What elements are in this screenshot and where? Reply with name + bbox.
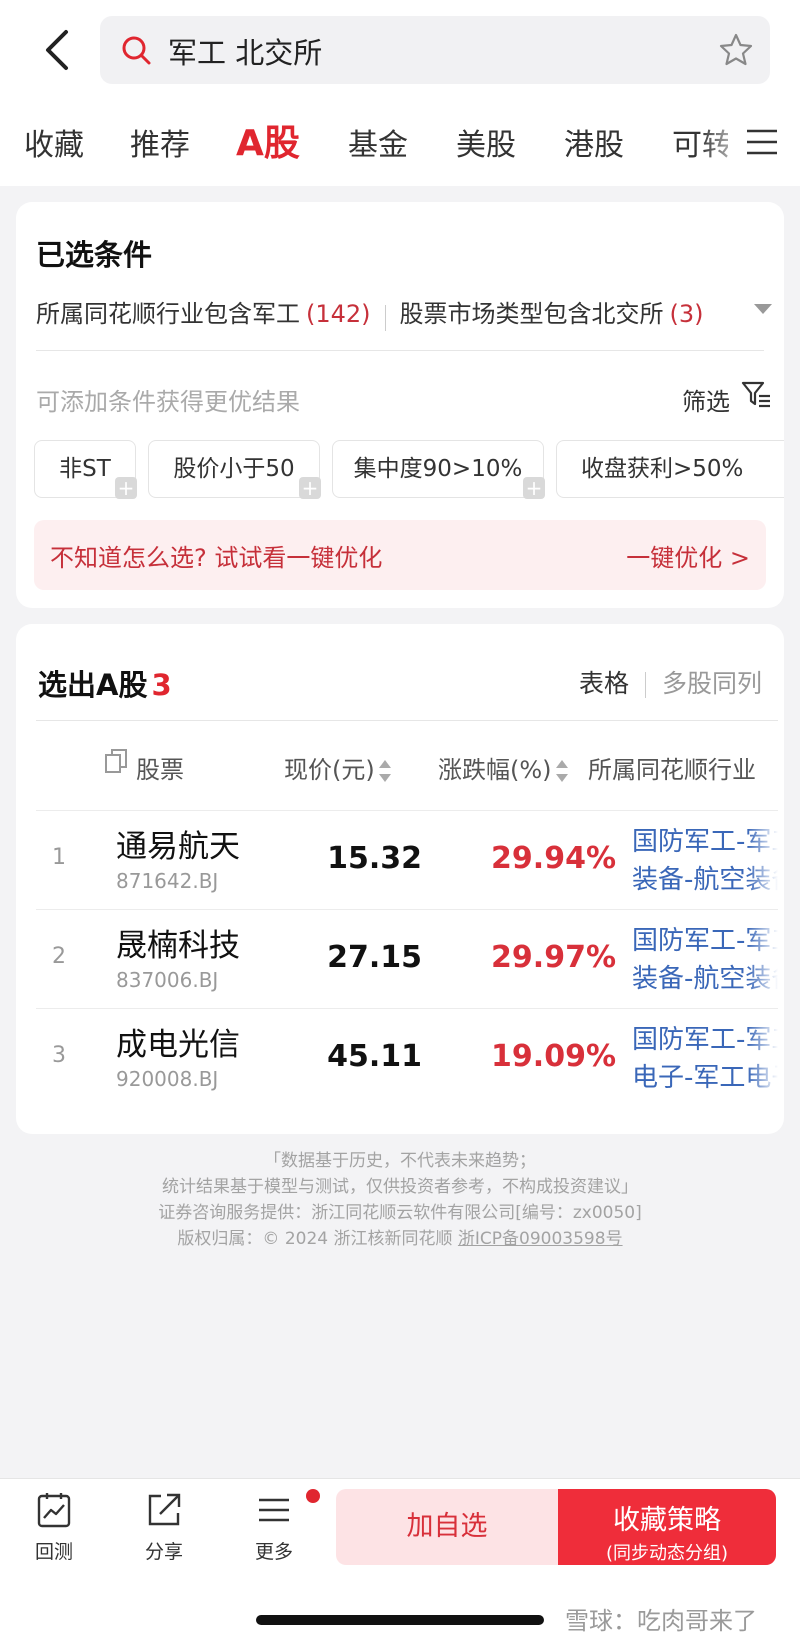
save-strategy-label: 收藏策略 xyxy=(613,1505,721,1536)
chip-non-st[interactable]: 非ST + xyxy=(34,440,137,499)
table-row[interactable]: 2 晟楠科技 837006.BJ 27.15 29.97% 国防军工-军工装备-… xyxy=(36,909,778,1008)
table-header: 股票 现价(元) 涨跌幅(%) 所属同花顺行业 xyxy=(16,720,784,810)
stock-price: 45.11 xyxy=(327,1039,422,1074)
tab-a-shares[interactable]: A股 xyxy=(236,114,300,166)
plus-icon: + xyxy=(523,477,545,499)
home-indicator xyxy=(256,1615,544,1625)
chip-profit-ratio[interactable]: 收盘获利>50% xyxy=(556,440,784,498)
filter-icon xyxy=(741,381,770,408)
chip-price-under-50[interactable]: 股价小于50 + xyxy=(148,440,321,499)
one-click-optimize-bar[interactable]: 不知道怎么选? 试试看一键优化 一键优化 > xyxy=(34,520,766,590)
backtest-button[interactable]: 回测 xyxy=(14,1491,94,1571)
save-strategy-sublabel: (同步动态分组) xyxy=(605,1543,729,1564)
plus-icon: + xyxy=(115,477,137,499)
plus-icon: + xyxy=(299,477,321,499)
conditions-card: 已选条件 所属同花顺行业包含军工 (142) 股票市场类型包含北交所 (3) 可添加条… xyxy=(16,202,784,608)
chip-concentration[interactable]: 集中度90>10% + xyxy=(332,440,545,499)
conditions-list[interactable]: 所属同花顺行业包含军工 (142) 股票市场类型包含北交所 (3) xyxy=(36,294,776,334)
condition-label: 股票市场类型包含北交所 xyxy=(399,300,664,328)
table-row[interactable]: 3 成电光信 920008.BJ 45.11 19.09% 国防军工-军工电子-… xyxy=(36,1008,778,1107)
row-index: 1 xyxy=(52,845,66,870)
backtest-label: 回测 xyxy=(34,1541,73,1563)
column-change[interactable]: 涨跌幅(%) xyxy=(438,750,568,785)
stock-name[interactable]: 成电光信 xyxy=(116,1019,240,1064)
search-query: 军工 北交所 xyxy=(168,36,323,70)
category-tabs: 收藏 推荐 A股 基金 美股 港股 可转债 xyxy=(0,100,800,186)
tab-hk-stocks[interactable]: 港股 xyxy=(564,120,624,164)
backtest-icon xyxy=(37,1493,71,1528)
share-button[interactable]: 分享 xyxy=(124,1491,204,1571)
divider xyxy=(36,350,764,351)
icp-link[interactable]: 浙ICP备09003598号 xyxy=(458,1229,623,1249)
filter-label: 筛选 xyxy=(682,388,730,416)
disclaimer: 「数据基于历史，不代表未来趋势； 统计结果基于模型与测试，仅供投资者参考，不构成… xyxy=(158,1151,642,1249)
tab-favorites[interactable]: 收藏 xyxy=(24,120,84,164)
tab-recommend[interactable]: 推荐 xyxy=(130,120,190,164)
stock-code: 871642.BJ xyxy=(116,869,219,893)
share-label: 分享 xyxy=(144,1541,183,1563)
filter-button[interactable]: 筛选 xyxy=(682,378,772,416)
stock-price: 15.32 xyxy=(327,841,422,876)
menu-icon[interactable] xyxy=(745,125,779,159)
search-icon xyxy=(122,36,151,65)
copy-icon[interactable] xyxy=(104,748,128,774)
results-count: 3 xyxy=(151,668,172,702)
optimize-button[interactable]: 一键优化 > xyxy=(626,538,750,573)
stock-change: 19.09% xyxy=(491,1039,616,1074)
more-button[interactable]: 更多 xyxy=(234,1491,314,1571)
search-input[interactable]: 军工 北交所 xyxy=(100,16,770,84)
watermark: 雪球：吃肉哥来了 xyxy=(565,1607,757,1635)
results-card: 选出A股 3 表格 多股同列 股票 现价(元) 涨跌幅(%) 所属同花顺行业 1 通… xyxy=(16,624,784,1134)
add-condition-hint: 可添加条件获得更优结果 xyxy=(36,388,300,416)
view-switch: 表格 多股同列 xyxy=(579,664,762,700)
view-table-button[interactable]: 表格 xyxy=(579,669,629,698)
stock-change: 29.94% xyxy=(491,841,616,876)
add-to-watchlist-button[interactable]: 加自选 xyxy=(336,1489,558,1565)
column-industry: 所属同花顺行业 xyxy=(588,756,756,784)
results-title: 选出A股 3 xyxy=(38,668,172,702)
condition-count: (142) xyxy=(306,300,371,328)
results-table: 1 通易航天 871642.BJ 15.32 29.94% 国防军工-军工装备-… xyxy=(36,810,778,1107)
stock-price: 27.15 xyxy=(327,940,422,975)
expand-caret-icon[interactable] xyxy=(754,304,772,314)
stock-name[interactable]: 晟楠科技 xyxy=(116,920,240,965)
stock-change: 29.97% xyxy=(491,940,616,975)
more-icon xyxy=(259,1498,289,1522)
condition-label: 所属同花顺行业包含军工 xyxy=(36,300,300,328)
row-index: 3 xyxy=(52,1043,66,1068)
column-stock: 股票 xyxy=(136,756,184,784)
back-icon[interactable] xyxy=(40,28,76,72)
top-bar: 军工 北交所 xyxy=(0,0,800,100)
sort-icon xyxy=(555,760,568,782)
star-icon[interactable] xyxy=(718,32,754,68)
stock-code: 920008.BJ xyxy=(116,1067,219,1091)
column-price[interactable]: 现价(元) xyxy=(284,750,391,785)
notification-dot xyxy=(306,1489,320,1503)
row-index: 2 xyxy=(52,944,66,969)
tab-funds[interactable]: 基金 xyxy=(348,120,408,164)
share-icon xyxy=(148,1493,181,1526)
table-row[interactable]: 1 通易航天 871642.BJ 15.32 29.94% 国防军工-军工装备-… xyxy=(36,810,778,909)
conditions-title: 已选条件 xyxy=(36,238,153,272)
condition-count: (3) xyxy=(669,300,704,328)
optimize-hint: 不知道怎么选? 试试看一键优化 xyxy=(50,544,383,572)
tab-us-stocks[interactable]: 美股 xyxy=(456,120,516,164)
suggested-conditions: 非ST + 股价小于50 + 集中度90>10% + 收盘获利>50% xyxy=(34,440,784,500)
save-strategy-button[interactable]: 收藏策略 (同步动态分组) xyxy=(558,1489,776,1565)
bottom-action-bar: 回测 分享 更多 加自选 收藏策略 (同步动态分组) 雪球：吃肉哥来了 xyxy=(0,1478,800,1640)
stock-code: 837006.BJ xyxy=(116,968,219,992)
sort-icon xyxy=(378,760,391,782)
more-label: 更多 xyxy=(254,1541,293,1563)
stock-name[interactable]: 通易航天 xyxy=(116,821,240,866)
view-multi-stock-button[interactable]: 多股同列 xyxy=(662,669,762,698)
